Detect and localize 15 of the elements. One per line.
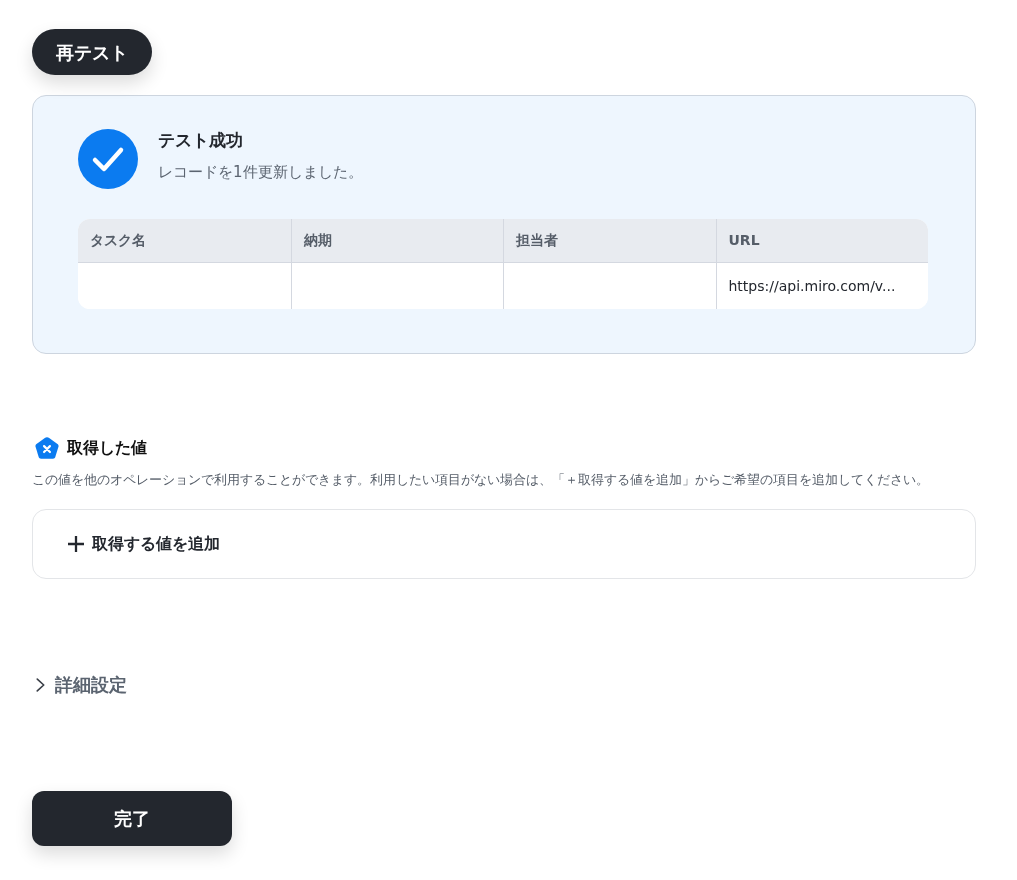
column-header: 担当者 bbox=[503, 219, 716, 263]
result-message: レコードを1件更新しました。 bbox=[158, 161, 363, 183]
plus-icon bbox=[68, 536, 84, 552]
section-title: 取得した値 bbox=[67, 437, 147, 459]
column-header: 納期 bbox=[290, 219, 503, 263]
add-value-button[interactable]: 取得する値を追加 bbox=[68, 532, 220, 556]
column-header: URL bbox=[715, 219, 928, 263]
retest-button[interactable]: 再テスト bbox=[32, 29, 152, 75]
table-cell: https://api.miro.com/v... bbox=[715, 263, 928, 309]
section-description: この値を他のオペレーションで利用することができます。利用したい項目がない場合は、「＋取得する値を追加」からご希望の項目を追加してください。 bbox=[32, 471, 930, 489]
column-header: タスク名 bbox=[78, 219, 291, 263]
variable-icon bbox=[35, 436, 59, 460]
done-button[interactable]: 完了 bbox=[32, 791, 232, 846]
result-title: テスト成功 bbox=[158, 128, 244, 152]
advanced-settings-toggle[interactable]: 詳細設定 bbox=[32, 671, 127, 698]
